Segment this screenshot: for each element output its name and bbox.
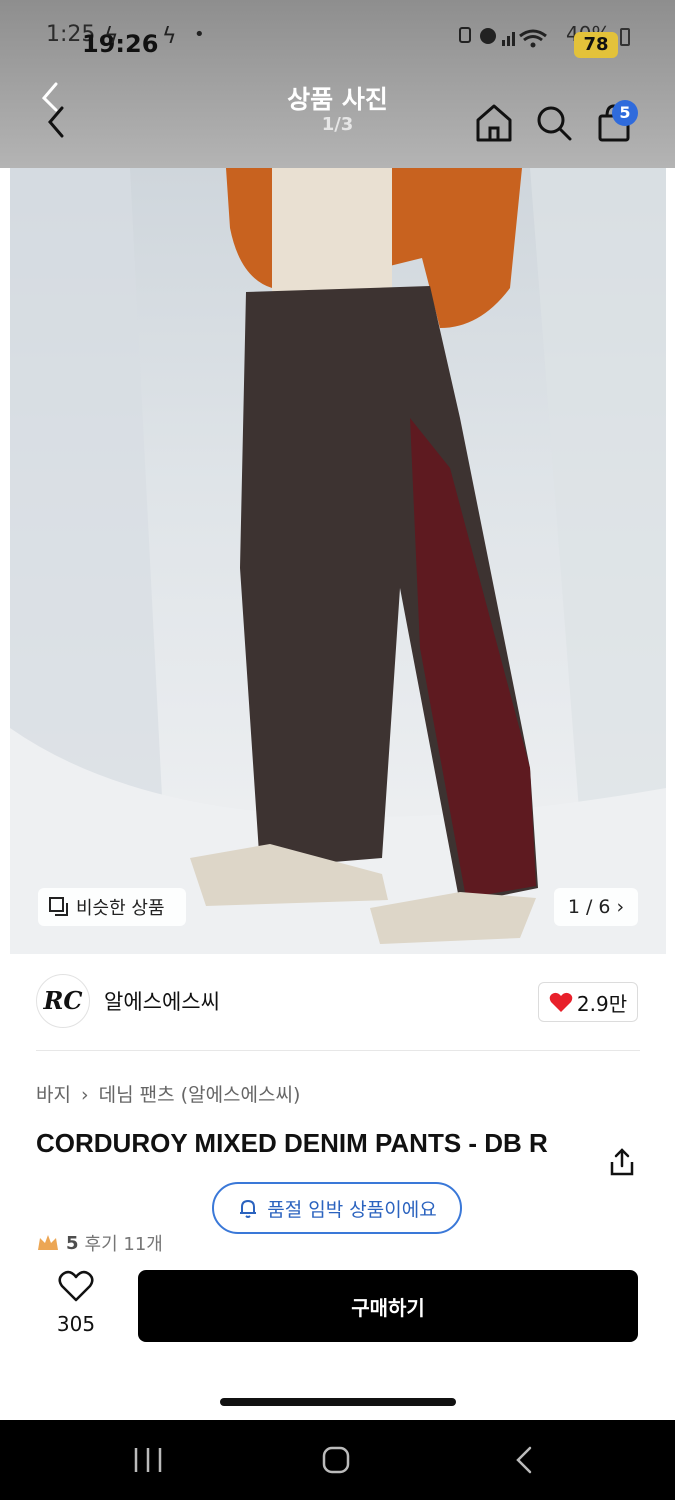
breadcrumb-item[interactable]: 데님 팬츠 (알에스에스씨) (99, 1084, 301, 1106)
heart-outline-icon (58, 1270, 94, 1302)
divider (36, 1050, 640, 1051)
product-photo[interactable] (10, 168, 666, 954)
chevron-right-icon: › (81, 1084, 89, 1106)
recent-apps-icon[interactable] (128, 1440, 168, 1480)
bell-icon (240, 1199, 257, 1218)
rating-value: 5 (66, 1232, 79, 1254)
bolt-icon: ϟ (162, 24, 177, 49)
bolt-icon: ϟ (104, 24, 119, 49)
photo-counter-text: 1 / 6 (567, 896, 611, 918)
battery-icon (620, 28, 630, 46)
soldout-notice-text: 품절 임박 상품이에요 (267, 1198, 437, 1221)
store-logo[interactable]: RC (36, 974, 90, 1028)
store-like-count: 2.9만 (576, 991, 628, 1016)
search-icon[interactable] (534, 100, 574, 144)
share-icon[interactable] (606, 1146, 638, 1178)
store-name[interactable]: 알에스에스씨 (104, 986, 220, 1016)
similar-items-icon (49, 897, 68, 916)
soldout-soon-notice: 품절 임박 상품이에요 (212, 1182, 462, 1234)
buy-button[interactable]: 구매하기 (138, 1270, 638, 1342)
heart-filled-icon (549, 992, 573, 1012)
photo-page-counter[interactable]: 1 / 6 › (554, 888, 638, 926)
rating-row[interactable]: 5 후기 11개 (36, 1230, 163, 1256)
status-time: 19:26 (82, 30, 159, 58)
signal-wifi-icons (458, 24, 558, 57)
notification-dot-icon: • (194, 24, 205, 45)
breadcrumb-item[interactable]: 바지 (36, 1084, 71, 1106)
home-icon[interactable] (474, 100, 514, 144)
cart-count-badge: 5 (612, 100, 638, 126)
home-indicator[interactable] (220, 1398, 456, 1406)
product-title: CORDUROY MIXED DENIM PANTS - DB R (36, 1128, 548, 1158)
similar-products-button[interactable]: 비슷한 상품 (38, 888, 186, 926)
review-count[interactable]: 후기 11개 (85, 1230, 163, 1256)
store-like-button[interactable]: 2.9만 (538, 982, 638, 1022)
similar-products-label: 비슷한 상품 (76, 898, 165, 919)
top-header-area: 1:25 19:26 ϟ ϟ • 40% 78 상품 사진 1/3 (0, 0, 675, 168)
chevron-right-icon: › (616, 896, 625, 918)
battery-badge: 78 (574, 32, 618, 58)
wishlist-count: 305 (56, 1312, 96, 1336)
home-nav-icon[interactable] (316, 1440, 356, 1480)
breadcrumb[interactable]: 바지 › 데님 팬츠 (알에스에스씨) (36, 1080, 304, 1107)
status-bar: 1:25 19:26 ϟ ϟ • 40% 78 (0, 18, 675, 58)
back-nav-icon[interactable] (506, 1440, 546, 1480)
crown-icon (38, 1235, 58, 1250)
